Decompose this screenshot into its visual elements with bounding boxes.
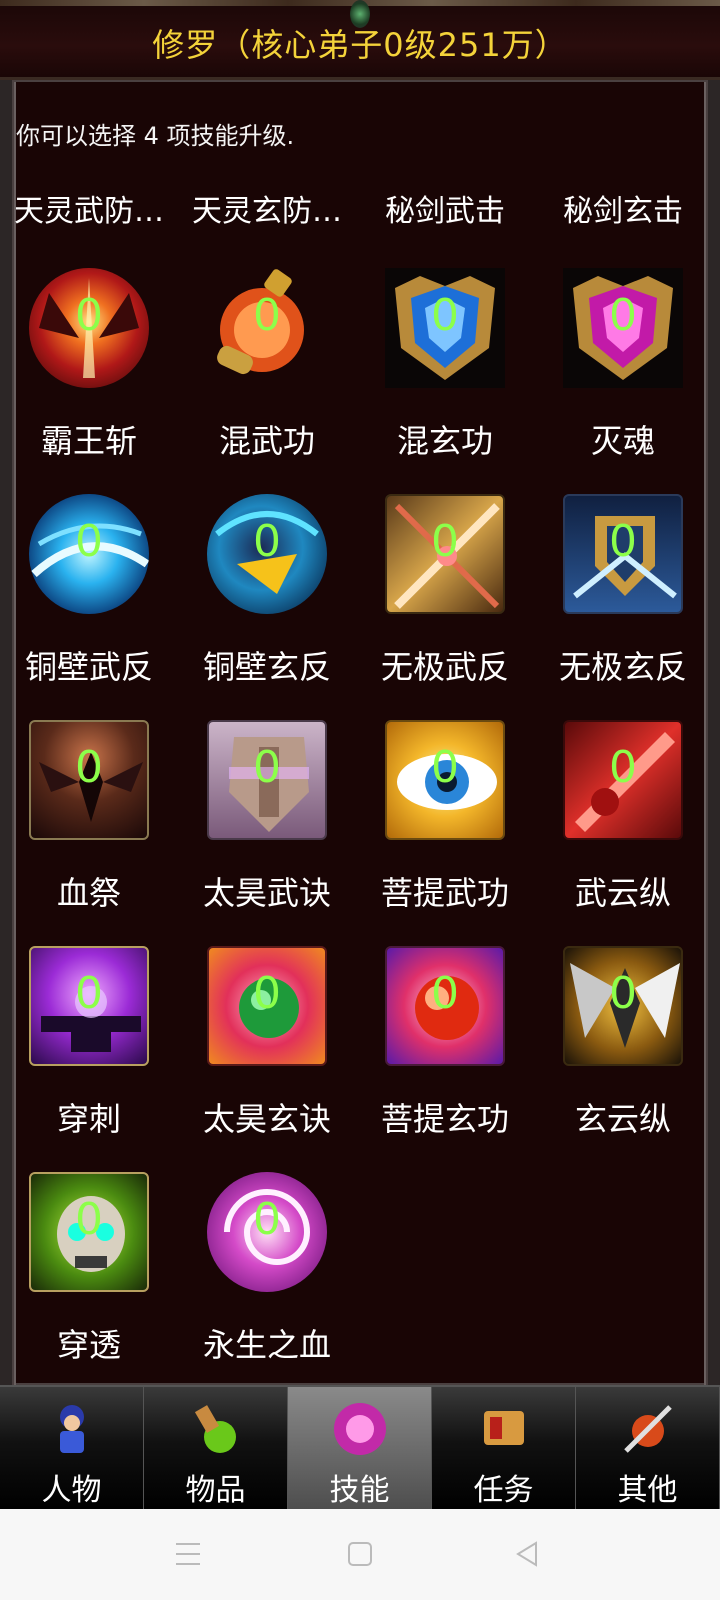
sword-shield-icon (618, 1399, 678, 1459)
character-icon (42, 1399, 102, 1459)
tab-items[interactable]: 物品 (144, 1387, 288, 1511)
skill-slot[interactable]: 0 菩提玄功 (356, 946, 534, 1171)
upgrade-hint: 你可以选择 4 项技能升级. (16, 122, 295, 150)
top-label: 天灵武防… (14, 194, 164, 229)
skill-slot[interactable]: 0 无极武反 (356, 494, 534, 719)
skill-name: 混玄功 (396, 422, 493, 460)
home-icon[interactable] (340, 1537, 380, 1573)
skill-level: 0 (75, 516, 103, 567)
tab-other[interactable]: 其他 (576, 1387, 720, 1511)
skill-slot[interactable]: 0 玄云纵 (534, 946, 712, 1171)
skill-level: 0 (609, 742, 637, 793)
skill-name: 无极玄反 (558, 648, 687, 686)
back-icon[interactable] (508, 1537, 548, 1573)
tab-label: 物品 (185, 1473, 246, 1508)
skill-name: 铜壁玄反 (202, 648, 331, 686)
skill-level: 0 (609, 516, 637, 567)
skill-slot[interactable]: 0 穿刺 (0, 946, 178, 1171)
skill-name: 太昊武诀 (202, 874, 331, 912)
skill-name: 混武功 (218, 422, 315, 460)
skill-level: 0 (253, 968, 281, 1019)
potion-icon (186, 1399, 246, 1459)
title-bar: 修罗（核心弟子0级251万） (0, 0, 720, 80)
skill-level: 0 (75, 290, 103, 341)
skill-level: 0 (75, 742, 103, 793)
system-nav-bar (0, 1509, 720, 1600)
skill-slot[interactable]: 0 穿透 (0, 1172, 178, 1397)
skill-slot[interactable]: 0 永生之血 (178, 1172, 356, 1397)
tab-label: 任务 (473, 1473, 534, 1508)
skill-level: 0 (253, 290, 281, 341)
skill-level: 0 (431, 516, 459, 567)
tab-label: 其他 (617, 1473, 678, 1508)
skill-level: 0 (431, 968, 459, 1019)
skill-level: 0 (609, 968, 637, 1019)
skill-slot[interactable]: 0 灭魂 (534, 268, 712, 493)
skill-level: 0 (75, 1194, 103, 1245)
skill-name: 铜壁武反 (24, 648, 153, 686)
skill-slot[interactable]: 0 武云纵 (534, 720, 712, 945)
tab-skills[interactable]: 技能 (288, 1387, 432, 1511)
skill-name: 穿刺 (56, 1100, 121, 1138)
skill-level: 0 (431, 742, 459, 793)
skill-name: 太昊玄诀 (202, 1100, 331, 1138)
skill-level: 0 (431, 290, 459, 341)
skill-slot[interactable]: 0 霸王斩 (0, 268, 178, 493)
skill-name: 灭魂 (590, 422, 655, 460)
skill-slot[interactable]: 0 太昊玄诀 (178, 946, 356, 1171)
skill-slot[interactable]: 0 血祭 (0, 720, 178, 945)
quest-scroll-icon (474, 1399, 534, 1459)
skill-name: 武云纵 (574, 874, 671, 912)
skill-name: 菩提武功 (380, 874, 509, 912)
skill-name: 玄云纵 (574, 1100, 671, 1138)
tab-quests[interactable]: 任务 (432, 1387, 576, 1511)
skill-name: 血祭 (56, 874, 121, 912)
skill-level: 0 (609, 290, 637, 341)
skill-name: 穿透 (56, 1326, 121, 1364)
skill-level: 0 (253, 1194, 281, 1245)
tab-label: 人物 (41, 1473, 102, 1508)
top-label: 天灵玄防… (192, 194, 342, 229)
top-label: 秘剑武击 (385, 194, 505, 229)
skill-slot[interactable]: 0 铜壁玄反 (178, 494, 356, 719)
skill-name: 霸王斩 (40, 422, 137, 460)
tab-character[interactable]: 人物 (0, 1387, 144, 1511)
skill-slot[interactable]: 0 混玄功 (356, 268, 534, 493)
skill-slot[interactable]: 0 混武功 (178, 268, 356, 493)
skill-slot[interactable]: 0 菩提武功 (356, 720, 534, 945)
skill-level: 0 (253, 516, 281, 567)
skill-name: 菩提玄功 (380, 1100, 509, 1138)
skill-slot[interactable]: 0 铜壁武反 (0, 494, 178, 719)
skill-level: 0 (75, 968, 103, 1019)
skill-level: 0 (253, 742, 281, 793)
skill-name: 无极武反 (380, 648, 509, 686)
page-title: 修罗（核心弟子0级251万） (152, 26, 568, 64)
skill-slot[interactable]: 0 太昊武诀 (178, 720, 356, 945)
tab-label: 技能 (329, 1473, 390, 1508)
skill-orb-icon (330, 1399, 390, 1459)
menu-icon[interactable] (168, 1537, 208, 1573)
skill-name: 永生之血 (202, 1326, 331, 1364)
top-label: 秘剑玄击 (563, 194, 683, 229)
bottom-tab-bar: 人物 物品 技能 任务 其他 (0, 1385, 720, 1511)
skill-slot[interactable]: 0 无极玄反 (534, 494, 712, 719)
